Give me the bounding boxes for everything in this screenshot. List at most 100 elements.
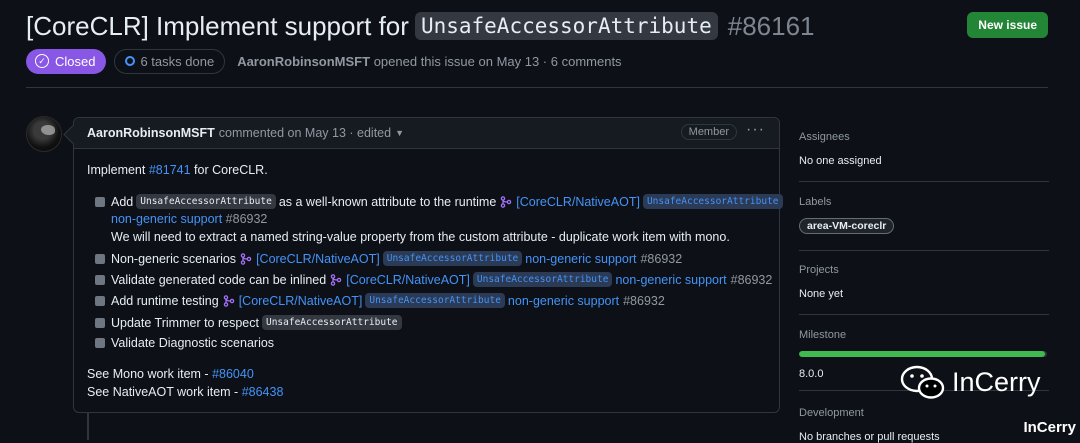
task-checkbox[interactable] [95, 338, 105, 348]
pr-link-code[interactable]: UnsafeAccessorAttribute [642, 194, 783, 209]
pr-link-tail[interactable]: non-generic support [615, 273, 726, 287]
sidebar-heading[interactable]: Milestone [799, 329, 1049, 341]
issue-title: [CoreCLR] Implement support for UnsafeAc… [26, 11, 815, 42]
pr-link-code[interactable]: UnsafeAccessorAttribute [365, 293, 505, 308]
mono-issue-link[interactable]: #86040 [212, 367, 254, 381]
new-issue-button[interactable]: New issue [967, 12, 1048, 38]
milestone-progress-fill [799, 351, 1045, 357]
projects-value: None yet [799, 288, 844, 300]
task-checkbox[interactable] [95, 196, 105, 207]
wechat-logo-icon [900, 364, 946, 400]
intro-prefix: Implement [87, 163, 146, 177]
task-text: Non-generic scenarios [111, 251, 237, 266]
intro-suffix: for CoreCLR. [194, 163, 268, 177]
pull-request-merged-icon [223, 294, 235, 307]
sidebar-heading[interactable]: Development [799, 407, 1049, 419]
task-item: Non-generic scenarios [CoreCLR/NativeAOT… [95, 251, 682, 266]
task-text: as a well-known attribute to the runtime [278, 194, 497, 209]
task-text: Add [111, 194, 134, 209]
label-chip[interactable]: area-VM-coreclr [799, 218, 895, 234]
sidebar-heading[interactable]: Labels [799, 196, 1049, 208]
issue-title-text: [CoreCLR] Implement support for [26, 10, 409, 41]
pr-link-code[interactable]: UnsafeAccessorAttribute [472, 272, 613, 287]
pr-link-tail[interactable]: non-generic support [525, 252, 636, 266]
mono-work-item: See Mono work item - #86040 [87, 367, 254, 381]
milestone-progress-bar [799, 351, 1047, 357]
sidebar-divider [799, 181, 1049, 182]
sidebar-divider [799, 314, 1049, 315]
task-checkbox[interactable] [95, 317, 105, 328]
issue-author-link[interactable]: AaronRobinsonMSFT [237, 54, 370, 69]
inline-code: UnsafeAccessorAttribute [136, 194, 276, 209]
kebab-menu-icon[interactable]: ··· [746, 121, 765, 139]
issue-comment: AaronRobinsonMSFT commented on May 13 · … [73, 117, 783, 413]
comment-intro: Implement #81741 for CoreCLR. [87, 163, 268, 177]
issue-title-code: UnsafeAccessorAttribute [414, 12, 718, 40]
avatar[interactable] [26, 116, 62, 152]
check-circle-icon: ✓ [35, 54, 49, 68]
task-item: Validate generated code can be inlined [… [95, 272, 772, 287]
pr-number[interactable]: #86932 [226, 212, 268, 226]
mono-prefix: See Mono work item - [87, 367, 209, 381]
task-checkbox[interactable] [95, 253, 105, 264]
assignees-value: No one assigned [799, 155, 882, 167]
sidebar-divider [799, 250, 1049, 251]
sidebar-assignees[interactable]: Assignees No one assigned [799, 131, 1049, 167]
pr-number[interactable]: #86932 [623, 294, 665, 308]
watermark-brand: InCerry [952, 366, 1041, 397]
progress-ring-icon [125, 56, 136, 66]
watermark-small: InCerry [1023, 419, 1076, 436]
member-badge: Member [680, 124, 737, 140]
task-text: Validate generated code can be inlined [111, 272, 327, 287]
pr-link[interactable]: [CoreCLR/NativeAOT] [346, 273, 470, 287]
watermark: InCerry [900, 364, 1041, 400]
sidebar-development[interactable]: Development No branches or pull requests [799, 407, 1049, 443]
issue-meta: ✓ Closed 6 tasks done AaronRobinsonMSFT … [26, 48, 622, 74]
comment-meta[interactable]: commented on May 13 · edited [219, 126, 391, 140]
pull-request-merged-icon [240, 252, 252, 265]
naot-work-item: See NativeAOT work item - #86438 [87, 385, 283, 399]
task-item: Add runtime testing [CoreCLR/NativeAOT] … [95, 293, 665, 308]
task-text: Add runtime testing [111, 293, 219, 308]
sidebar-heading[interactable]: Assignees [799, 131, 1049, 143]
pr-link-tail[interactable]: non-generic support [508, 294, 619, 308]
pr-link-code[interactable]: UnsafeAccessorAttribute [382, 251, 523, 266]
status-badge: ✓ Closed [26, 48, 107, 74]
task-checkbox[interactable] [95, 295, 105, 306]
header-divider [26, 87, 1048, 88]
sidebar-heading[interactable]: Projects [799, 264, 1049, 276]
naot-issue-link[interactable]: #86438 [242, 385, 284, 399]
status-label: Closed [55, 53, 96, 69]
task-text: Validate Diagnostic scenarios [111, 336, 275, 350]
task-text: Update Trimmer to respect [111, 315, 259, 330]
sidebar-projects[interactable]: Projects None yet [799, 264, 1049, 300]
issue-opened-info: AaronRobinsonMSFT opened this issue on M… [237, 54, 621, 69]
pr-link[interactable]: [CoreCLR/NativeAOT] [516, 195, 640, 209]
task-continuation: non-generic support #86932 [111, 212, 267, 226]
pull-request-merged-icon [330, 273, 342, 286]
intro-issue-link[interactable]: #81741 [149, 163, 191, 177]
tasks-done-label: 6 tasks done [140, 53, 215, 69]
issue-header: [CoreCLR] Implement support for UnsafeAc… [26, 8, 1048, 44]
pr-link[interactable]: [CoreCLR/NativeAOT] [256, 252, 380, 266]
development-value: No branches or pull requests [799, 431, 940, 443]
comment-author-link[interactable]: AaronRobinsonMSFT [87, 126, 215, 140]
tasks-done-pill[interactable]: 6 tasks done [114, 48, 226, 74]
chevron-down-icon[interactable]: ▼ [395, 128, 404, 138]
task-note: We will need to extract a named string-v… [111, 230, 730, 244]
pull-request-merged-icon [500, 195, 512, 208]
naot-prefix: See NativeAOT work item - [87, 385, 239, 399]
task-item: Validate Diagnostic scenarios [95, 336, 274, 350]
task-item: Update Trimmer to respect UnsafeAccessor… [95, 315, 405, 330]
pr-link[interactable]: [CoreCLR/NativeAOT] [239, 294, 363, 308]
task-checkbox[interactable] [95, 274, 105, 285]
issue-number: #86161 [727, 10, 815, 41]
task-item: Add UnsafeAccessorAttribute as a well-kn… [95, 194, 786, 209]
sidebar-labels[interactable]: Labels area-VM-coreclr [799, 196, 1049, 234]
issue-opened-text: opened this issue on May 13 · 6 comments [373, 53, 622, 69]
pr-number[interactable]: #86932 [731, 273, 773, 287]
pr-link-tail[interactable]: non-generic support [111, 212, 222, 226]
timeline-line [87, 410, 89, 440]
comment-header: AaronRobinsonMSFT commented on May 13 · … [74, 118, 779, 149]
pr-number[interactable]: #86932 [640, 252, 682, 266]
